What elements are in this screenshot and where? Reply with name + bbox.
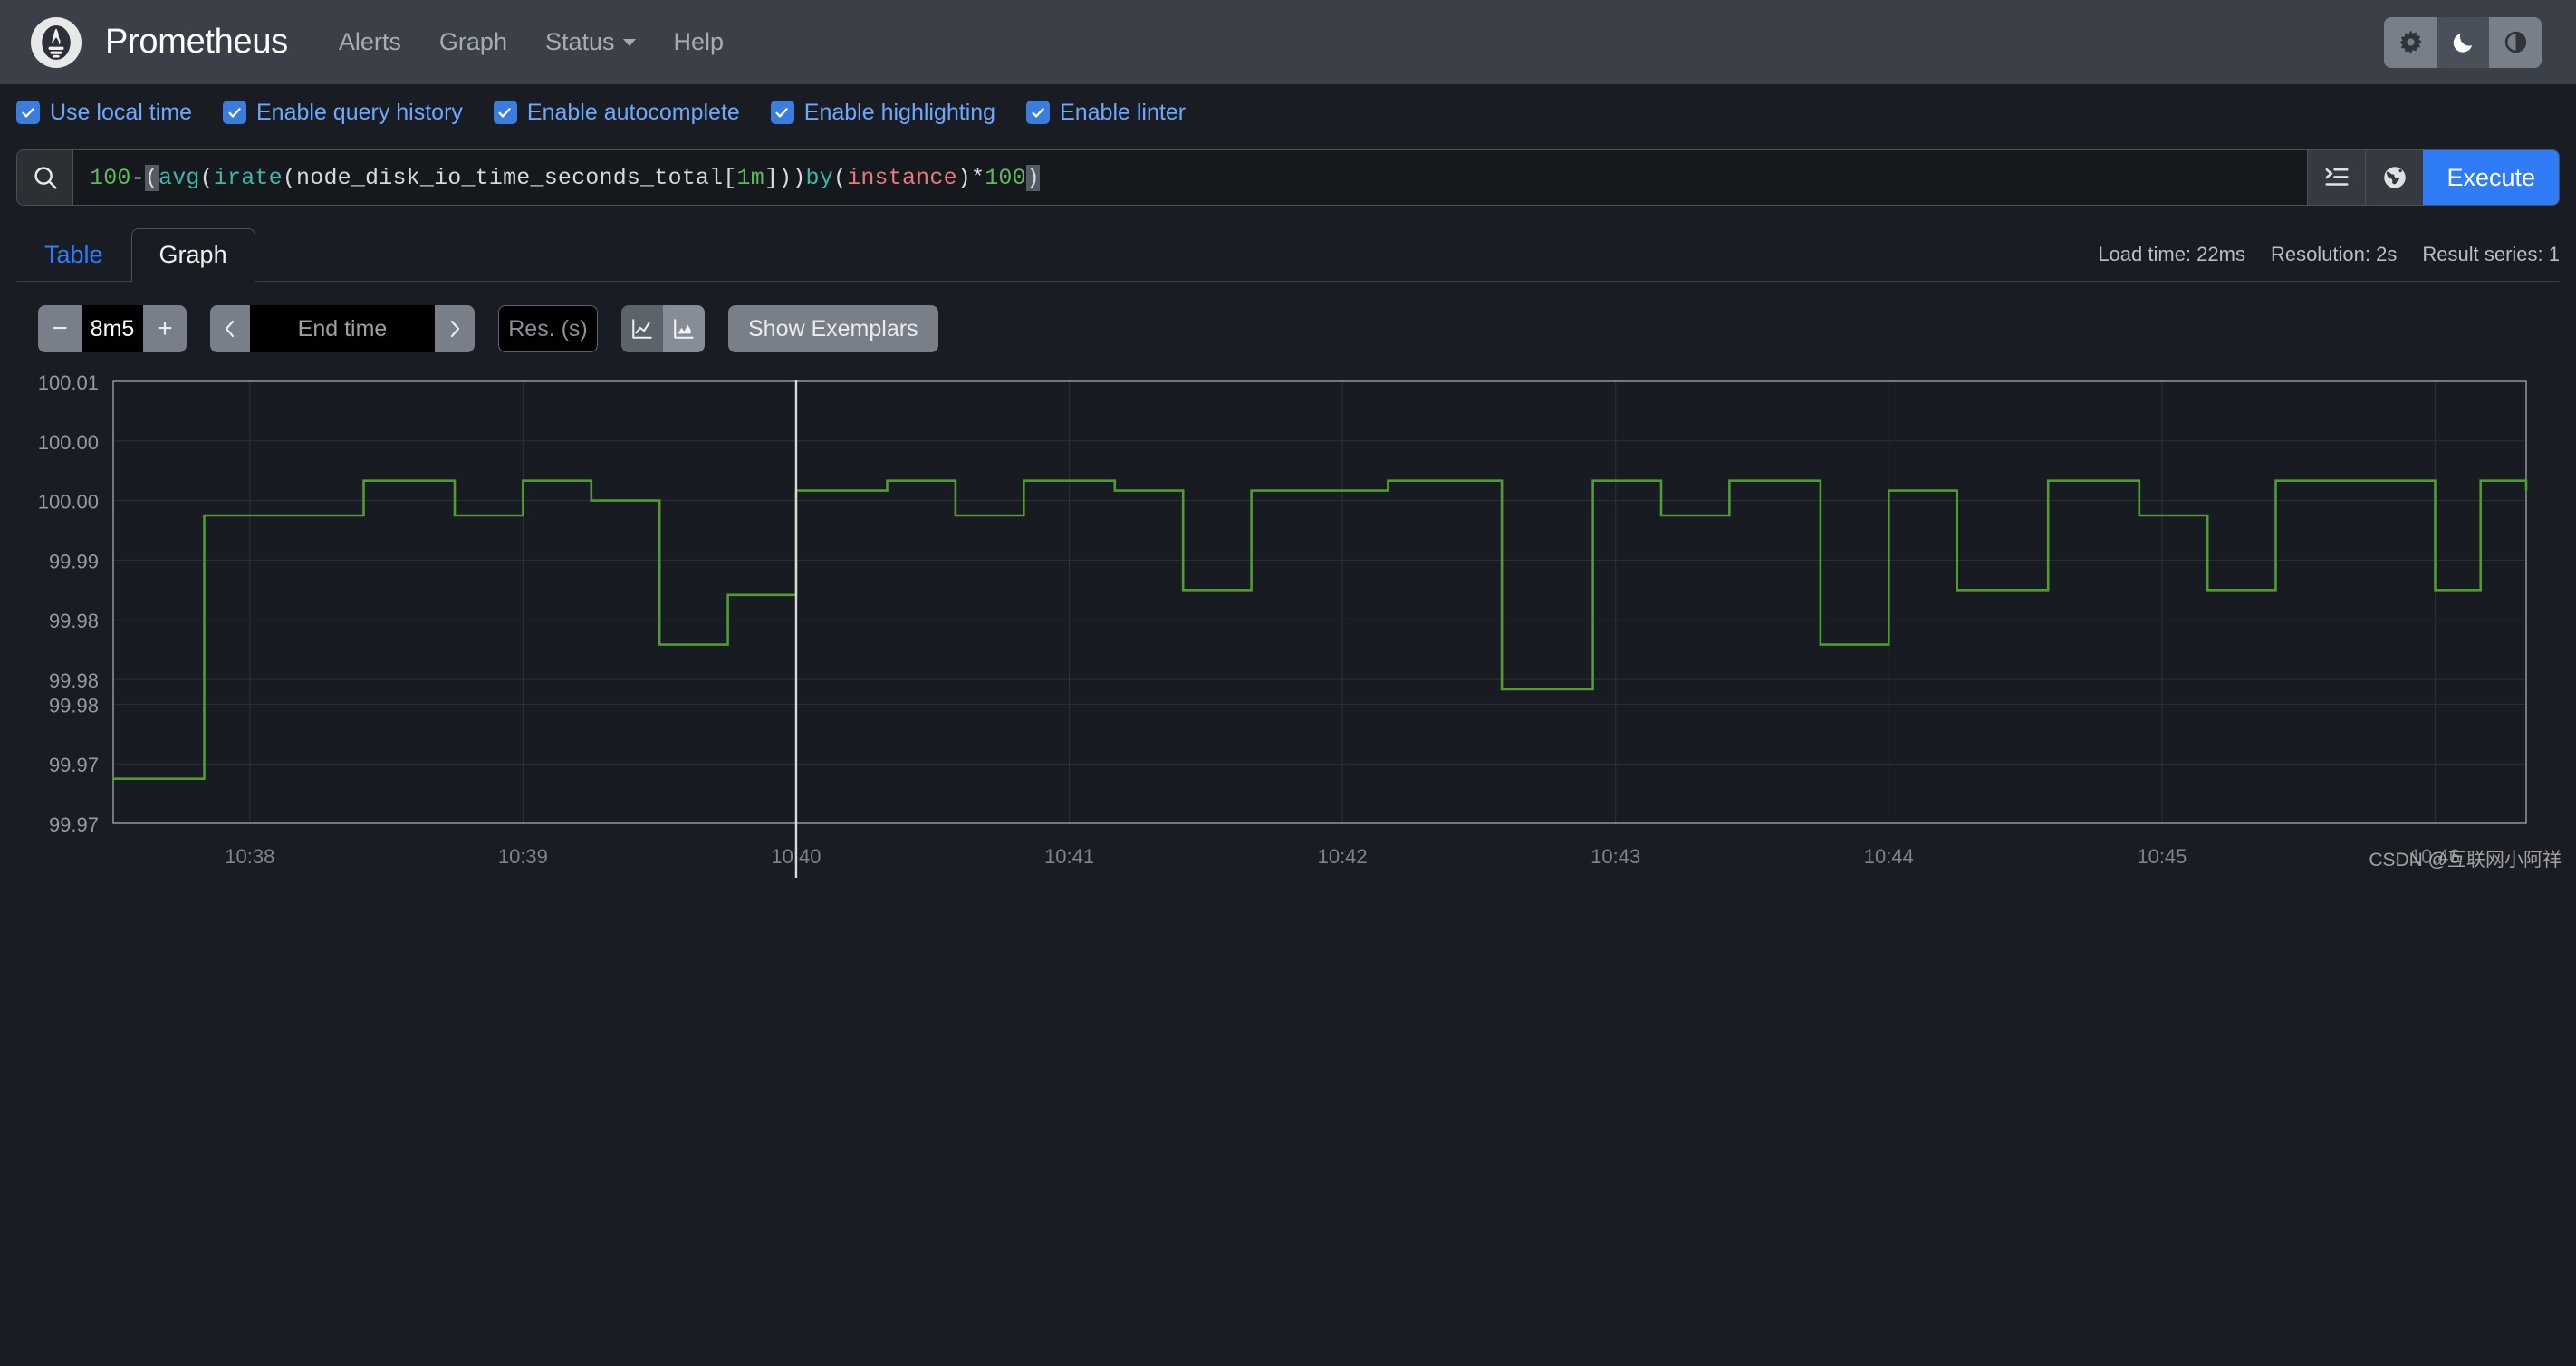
navbar: Prometheus Alerts Graph Status Help	[0, 0, 2576, 84]
x-axis-tick-label: 10:39	[498, 845, 548, 868]
y-axis-tick-label: 99.97	[49, 754, 99, 776]
nav-link-help[interactable]: Help	[674, 28, 725, 56]
query-token: ]))	[764, 164, 806, 191]
stat-resolution: Resolution: 2s	[2270, 243, 2398, 265]
checkbox-checked-icon[interactable]	[493, 101, 517, 124]
end-time-input[interactable]: End time	[250, 305, 435, 352]
range-decrease-button[interactable]: −	[38, 305, 82, 352]
query-token: )*	[956, 164, 985, 191]
result-tabs: Table Graph Load time: 22ms Resolution: …	[16, 226, 2560, 282]
checkbox-checked-icon[interactable]	[1026, 101, 1051, 124]
time-prev-button[interactable]	[210, 305, 250, 352]
graph-controls: − 8m5 + End time Res. (s) Show Exemplars	[38, 305, 2576, 352]
tab-table[interactable]: Table	[16, 228, 131, 282]
time-next-button[interactable]	[435, 305, 475, 352]
line-chart-icon[interactable]	[621, 305, 663, 352]
option-enable-linter[interactable]: Enable linter	[1026, 100, 1186, 126]
theme-light-button[interactable]	[2384, 16, 2437, 68]
theme-auto-button[interactable]	[2489, 16, 2542, 68]
option-label: Enable autocomplete	[526, 99, 740, 125]
nav-link-graph[interactable]: Graph	[439, 28, 507, 56]
x-axis-tick-label: 10:41	[1044, 845, 1094, 868]
query-token: avg	[159, 164, 200, 191]
options-bar: Use local time Enable query history Enab…	[0, 84, 2576, 140]
range-input[interactable]: 8m5	[82, 305, 143, 352]
query-token: (	[199, 164, 214, 191]
execute-button[interactable]: Execute	[2423, 150, 2559, 205]
stat-load-time: Load time: 22ms	[2098, 243, 2245, 265]
nav-link-status-label: Status	[544, 28, 615, 55]
option-enable-autocomplete[interactable]: Enable autocomplete	[493, 99, 740, 126]
query-token: -	[130, 164, 145, 191]
query-token: instance	[847, 164, 957, 191]
nav-link-alerts[interactable]: Alerts	[339, 28, 401, 56]
option-label: Use local time	[50, 99, 192, 125]
option-label: Enable highlighting	[803, 99, 996, 125]
query-token: (	[144, 164, 159, 191]
graph-panel[interactable]: 100.01 100.00 100.00 99.99 99.98 99.98 99.98 99…	[0, 372, 2576, 880]
query-expression-input[interactable]: 100-(avg(irate (node_disk_io_time_seconds…	[73, 150, 2308, 205]
query-token: 100	[985, 164, 1026, 191]
y-axis-tick-label: 99.98	[49, 669, 99, 692]
search-icon	[17, 150, 73, 205]
x-axis-tick-label: 10:42	[1318, 845, 1368, 868]
end-time-group: End time	[210, 305, 475, 352]
y-axis-tick-label: 99.98	[49, 610, 99, 632]
tab-graph[interactable]: Graph	[130, 228, 255, 282]
brand-name: Prometheus	[105, 23, 288, 61]
stat-result-series: Result series: 1	[2422, 243, 2560, 265]
y-axis-tick-label: 99.98	[49, 694, 99, 717]
watermark: CSDN @互联网小阿祥	[2369, 850, 2562, 871]
option-label: Enable query history	[256, 99, 463, 125]
query-token: 1m	[736, 164, 764, 191]
globe-icon[interactable]	[2365, 150, 2424, 205]
y-axis-tick-label: 99.99	[49, 550, 99, 572]
y-axis-tick-label: 99.97	[49, 813, 99, 836]
query-token: )	[1025, 164, 1040, 191]
range-increase-button[interactable]: +	[143, 305, 187, 352]
y-axis-tick-label: 100.00	[38, 491, 99, 514]
query-bar: 100-(avg(irate (node_disk_io_time_seconds…	[16, 149, 2560, 206]
theme-switcher	[2384, 16, 2542, 68]
range-input-group: − 8m5 +	[38, 305, 187, 352]
x-axis-tick-label: 10:43	[1591, 845, 1640, 868]
option-enable-query-history[interactable]: Enable query history	[223, 100, 463, 126]
query-token: (	[832, 164, 848, 191]
query-stats: Load time: 22ms Resolution: 2s Result se…	[2098, 243, 2560, 266]
chevron-down-icon	[622, 38, 636, 46]
checkbox-checked-icon[interactable]	[223, 101, 246, 124]
resolution-input[interactable]: Res. (s)	[498, 305, 598, 352]
option-use-local-time[interactable]: Use local time	[16, 100, 192, 126]
query-token: 100	[90, 164, 131, 191]
x-axis-tick-label: 10:44	[1864, 845, 1914, 868]
x-axis-tick-label: 10:38	[225, 845, 274, 868]
brand[interactable]: Prometheus	[31, 16, 288, 68]
x-axis-tick-label: 10:45	[2137, 845, 2187, 868]
nav-link-status[interactable]: Status	[545, 28, 636, 56]
prometheus-torch-icon	[31, 16, 82, 68]
option-label: Enable linter	[1060, 99, 1187, 125]
format-query-icon[interactable]	[2307, 150, 2366, 205]
nav-links: Alerts Graph Status Help	[339, 28, 724, 56]
checkbox-checked-icon[interactable]	[770, 101, 794, 124]
y-axis-tick-label: 100.01	[38, 372, 99, 394]
chart-type-group	[621, 305, 705, 352]
theme-dark-button[interactable]	[2437, 16, 2489, 68]
plot-background	[113, 381, 2526, 823]
query-token: irate	[213, 164, 283, 191]
time-series-chart[interactable]: 100.01100.00100.0099.9999.9899.9899.9899…	[0, 372, 2576, 880]
stacked-area-icon[interactable]	[663, 305, 705, 352]
y-axis-tick-label: 100.00	[38, 431, 99, 454]
query-token: by	[805, 164, 833, 191]
checkbox-checked-icon[interactable]	[16, 101, 40, 124]
query-token: (node_disk_io_time_seconds_total[	[282, 164, 737, 191]
show-exemplars-button[interactable]: Show Exemplars	[728, 305, 938, 352]
option-enable-highlighting[interactable]: Enable highlighting	[770, 99, 996, 126]
